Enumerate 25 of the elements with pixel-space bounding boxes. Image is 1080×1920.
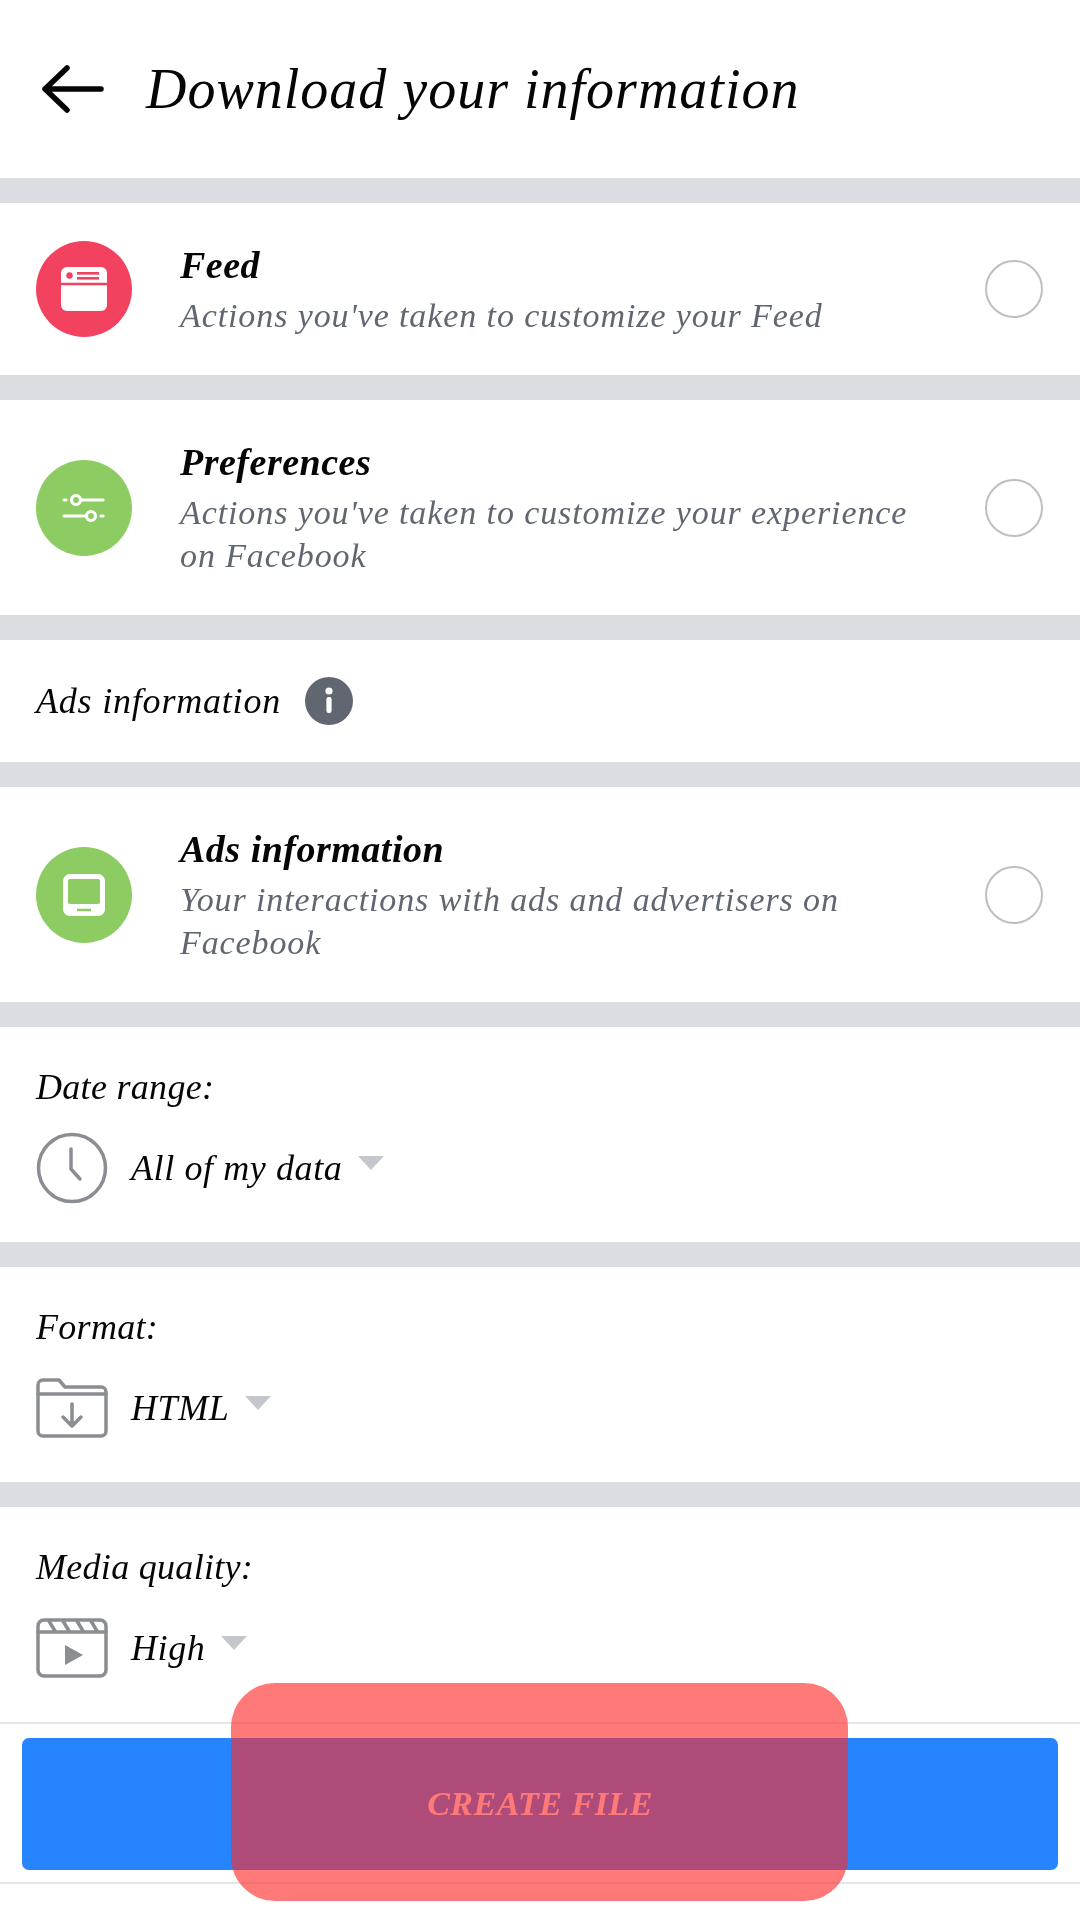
category-title: Preferences xyxy=(180,440,373,485)
page-title: Download your information xyxy=(146,57,800,122)
category-description: Actions you've taken to customize your experience on Facebook xyxy=(180,493,909,576)
radio-button[interactable] xyxy=(985,478,1043,537)
caret-icon xyxy=(358,1156,385,1170)
option-label: Format: xyxy=(36,1306,160,1349)
clapperboard-icon xyxy=(36,1618,108,1678)
dropdown-select[interactable]: HTML xyxy=(131,1385,272,1431)
folder-download-icon xyxy=(36,1378,108,1438)
caret-icon xyxy=(221,1636,248,1650)
radio-button[interactable] xyxy=(985,260,1043,318)
radio-button[interactable] xyxy=(985,865,1043,924)
back-arrow-icon[interactable] xyxy=(40,64,104,114)
dropdown-select[interactable]: High xyxy=(131,1625,248,1671)
category-description: Actions you've taken to customize your Feed xyxy=(180,296,824,336)
caret-icon xyxy=(245,1396,272,1410)
info-icon[interactable] xyxy=(305,677,353,725)
option-label: Date range: xyxy=(36,1066,216,1109)
dropdown-select[interactable]: All of my data xyxy=(131,1145,385,1191)
option-label: Media quality: xyxy=(36,1546,255,1589)
category-title: Ads information xyxy=(180,827,446,872)
category-title: Feed xyxy=(180,243,262,288)
section-heading: Ads information xyxy=(36,680,281,723)
category-description: Your interactions with ads and advertisers on Facebook xyxy=(180,880,840,963)
clock-icon xyxy=(36,1132,108,1204)
